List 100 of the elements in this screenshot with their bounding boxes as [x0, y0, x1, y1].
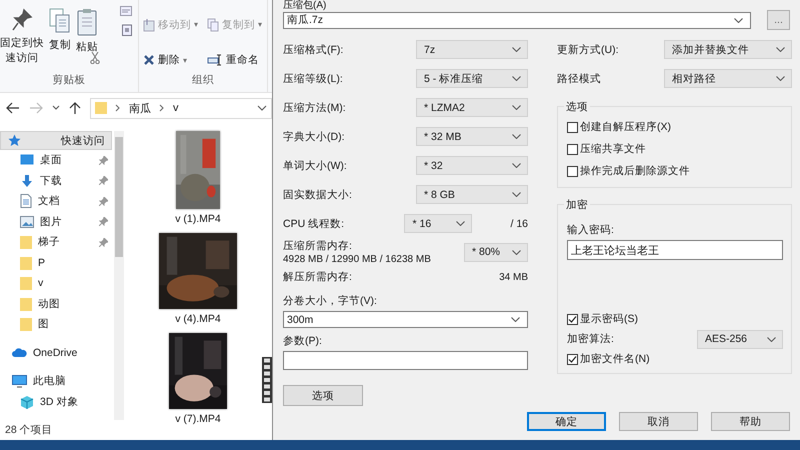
breadcrumb[interactable]: 南瓜	[129, 100, 151, 116]
password-field[interactable]: 上老王论坛当老王	[567, 240, 783, 260]
chevron-down-icon	[512, 105, 521, 110]
group-title: 加密	[564, 198, 590, 212]
chevron-down-icon	[512, 47, 521, 52]
group-title: 选项	[564, 100, 590, 114]
nav-item[interactable]: 桌面	[0, 150, 114, 170]
pin-icon[interactable]	[99, 196, 108, 206]
scissors-icon[interactable]	[90, 52, 100, 64]
nav-item[interactable]: 动图	[0, 294, 114, 314]
volume-size-field[interactable]: 300m	[283, 311, 528, 328]
chevron-down-icon	[734, 18, 744, 22]
dropdown[interactable]: 7z	[416, 40, 528, 59]
chevron-down-icon[interactable]	[257, 105, 267, 111]
pin-icon[interactable]	[99, 176, 108, 186]
nav-item[interactable]: OneDrive	[0, 342, 114, 363]
dropdown[interactable]: 5 - 标准压缩	[416, 69, 528, 88]
ribbon-button[interactable]: 删除 ▾	[143, 48, 199, 73]
breadcrumb[interactable]: v	[173, 102, 178, 114]
dropdown[interactable]: AES-256	[697, 330, 783, 348]
forward-icon[interactable]	[29, 102, 43, 114]
checkbox[interactable]: 压缩共享文件	[567, 141, 783, 157]
monitor-icon	[12, 374, 27, 388]
pin-icon[interactable]	[99, 238, 108, 247]
nav-item[interactable]: 文档	[0, 191, 114, 212]
parameters-field[interactable]	[283, 351, 528, 370]
ribbon-button[interactable]: 复制	[48, 8, 72, 53]
nav-item[interactable]: 梯子	[0, 232, 114, 252]
ribbon-button[interactable]: 粘贴	[76, 8, 98, 55]
field-label: 更新方式(U):	[557, 42, 620, 56]
file-name[interactable]: v (4).MP4	[175, 313, 221, 325]
nav-item[interactable]: 图片	[0, 212, 114, 232]
status-text: 28 个项目	[5, 423, 53, 437]
chevron-down-icon	[512, 76, 521, 81]
archive-field[interactable]: 南瓜.7z	[283, 12, 752, 28]
checkbox[interactable]: 显示密码(S)	[567, 311, 783, 327]
dropdown[interactable]: * 8 GB	[416, 185, 528, 204]
chevron-down-icon	[512, 134, 521, 139]
pin-icon	[11, 8, 33, 32]
ribbon-button[interactable]: 重命名	[207, 48, 263, 73]
scrollbar[interactable]	[114, 131, 124, 420]
nav-item[interactable]: P	[0, 252, 114, 273]
dropdown[interactable]: * 16	[404, 214, 472, 233]
nav-item[interactable]: 3D 对象	[0, 392, 114, 412]
nav-item[interactable]: 快速访问	[0, 131, 112, 150]
field-label: 压缩方法(M):	[283, 100, 347, 114]
pin-icon[interactable]	[99, 217, 108, 226]
dropdown[interactable]: * 32	[416, 156, 528, 175]
field-label: 压缩所需内存:	[283, 239, 353, 253]
up-icon[interactable]	[69, 101, 81, 115]
folder-icon	[20, 276, 32, 290]
field-label: 解压所需内存:	[283, 270, 353, 284]
memory-usage: 4928 MB / 12990 MB / 16238 MB	[283, 254, 432, 265]
field-label: 压缩格式(F):	[283, 42, 344, 56]
dropdown[interactable]: * 80%	[464, 242, 528, 262]
dropdown[interactable]: 相对路径	[664, 69, 792, 88]
options-button[interactable]: 选项	[283, 385, 363, 406]
cube-icon	[20, 394, 34, 409]
dialog-button[interactable]: 帮助	[711, 412, 790, 431]
field-label: CPU 线程数:	[283, 216, 346, 230]
chevron-right-icon	[159, 104, 165, 112]
group-label: 组织	[192, 73, 214, 88]
file-name[interactable]: v (7).MP4	[175, 413, 221, 425]
thread-count: / 16	[510, 218, 528, 230]
field-label: 加密算法:	[567, 332, 615, 346]
document-icon[interactable]	[120, 6, 132, 16]
image-icon	[20, 216, 34, 228]
film-strip-icon	[262, 357, 272, 403]
clipboard-icon	[76, 8, 98, 36]
rename-icon	[207, 54, 223, 66]
field-label: 单词大小(W):	[283, 158, 348, 172]
pin-icon[interactable]	[99, 156, 108, 165]
checkbox[interactable]: 创建自解压程序(X)	[567, 119, 783, 135]
dropdown[interactable]: * 32 MB	[416, 127, 528, 146]
chevron-down-icon	[512, 163, 521, 168]
checkbox[interactable]: 加密文件名(N)	[567, 351, 783, 367]
dialog-button[interactable]: 取消	[619, 412, 698, 431]
group-label: 剪贴板	[52, 73, 86, 88]
chevron-down-icon	[512, 192, 521, 197]
address-bar[interactable]: 南瓜 v	[90, 98, 272, 118]
nav-item[interactable]: 图	[0, 314, 114, 334]
browse-button[interactable]: ...	[767, 10, 790, 30]
memory-value: 34 MB	[499, 272, 528, 282]
nav-item[interactable]: 下载	[0, 170, 114, 191]
clipboard-icon[interactable]	[122, 24, 132, 36]
chevron-down-icon	[776, 47, 785, 52]
field-label: 固实数据大小:	[283, 188, 353, 202]
folder-icon	[20, 296, 32, 311]
checkmark-icon	[568, 314, 577, 324]
checkbox[interactable]: 操作完成后删除源文件	[567, 163, 783, 179]
dialog-button[interactable]: 确定	[527, 412, 606, 431]
file-name[interactable]: v (1).MP4	[175, 213, 221, 225]
dropdown[interactable]: * LZMA2	[416, 98, 528, 117]
field-label: 路径模式	[557, 72, 602, 86]
dropdown[interactable]: 添加并替换文件	[664, 40, 792, 59]
nav-item[interactable]: v	[0, 273, 114, 294]
chevron-down-icon[interactable]	[52, 105, 60, 111]
ribbon-button[interactable]: 固定到快速访问	[0, 8, 44, 66]
back-icon[interactable]	[6, 102, 20, 114]
nav-item[interactable]: 此电脑	[0, 371, 114, 392]
